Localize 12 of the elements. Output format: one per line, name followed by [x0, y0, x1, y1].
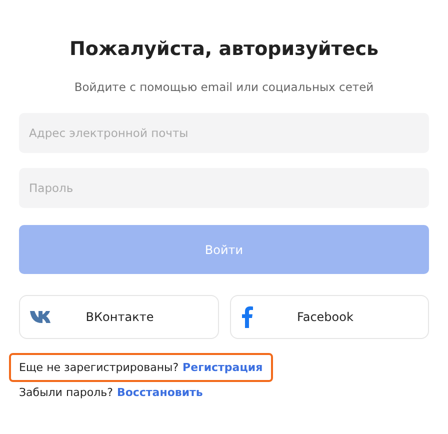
social-login-button[interactable]: Facebook	[230, 295, 429, 339]
login-subtitle: Войдите с помощью email или социальных сетей	[73, 80, 375, 94]
prompt-text: Забыли пароль?	[19, 386, 113, 399]
vk-icon	[30, 311, 52, 323]
text-link[interactable]: Восстановить	[116, 386, 203, 399]
email-field[interactable]: Адрес электронной почты	[19, 113, 429, 153]
prompt-text: Еще не зарегистрированы?	[19, 361, 179, 374]
social-login-button[interactable]: ВКонтакте	[19, 295, 218, 339]
login-title: Пожалуйста, авторизуйтесь	[68, 38, 380, 60]
password-field[interactable]: Пароль	[19, 168, 429, 208]
text-link[interactable]: Регистрация	[182, 361, 263, 374]
facebook-icon	[240, 306, 252, 328]
